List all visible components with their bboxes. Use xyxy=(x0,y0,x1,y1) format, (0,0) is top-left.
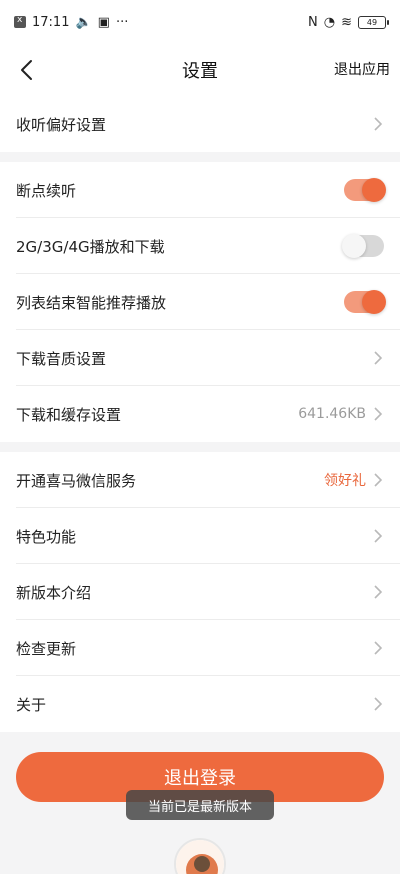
status-time: 17:11 xyxy=(32,14,70,30)
chevron-right-icon xyxy=(374,697,383,711)
battery-level: 49 xyxy=(366,17,378,27)
mobile-data-toggle[interactable] xyxy=(342,234,384,258)
row-label: 断点续听 xyxy=(16,181,77,200)
back-arrow-icon[interactable] xyxy=(14,56,42,84)
row-listening-preferences[interactable]: 收听偏好设置 xyxy=(0,96,400,152)
quit-app-button[interactable]: 退出应用 xyxy=(334,59,390,79)
row-special-features[interactable]: 特色功能 xyxy=(0,508,400,564)
chevron-right-icon xyxy=(374,585,383,599)
row-label: 关于 xyxy=(16,695,47,714)
row-download-cache[interactable]: 下载和缓存设置 641.46KB xyxy=(0,386,400,442)
row-about[interactable]: 关于 xyxy=(0,676,400,732)
row-label: 开通喜马微信服务 xyxy=(16,471,137,490)
chevron-right-icon xyxy=(374,351,383,365)
gift-label: 领好礼 xyxy=(324,473,366,489)
notification-icon xyxy=(14,15,26,28)
row-label: 特色功能 xyxy=(16,527,77,546)
row-resume-playback[interactable]: 断点续听 xyxy=(0,162,400,218)
status-bar: 17:11 🔈 ▣ ··· N ◔ ≋ 49 xyxy=(0,0,400,44)
row-label: 检查更新 xyxy=(16,639,77,658)
signal-icon: ◔ xyxy=(323,14,336,30)
logout-label: 退出登录 xyxy=(164,768,236,789)
row-new-version-intro[interactable]: 新版本介绍 xyxy=(0,564,400,620)
row-label: 下载音质设置 xyxy=(16,349,107,368)
floating-avatar[interactable] xyxy=(174,838,226,874)
row-label: 新版本介绍 xyxy=(16,583,92,602)
chevron-right-icon xyxy=(374,641,383,655)
chevron-right-icon xyxy=(374,473,383,487)
more-icon: ··· xyxy=(115,14,129,30)
row-label: 收听偏好设置 xyxy=(16,115,107,134)
avatar-image-icon xyxy=(176,840,224,874)
chevron-right-icon xyxy=(374,529,383,543)
toast-message: 当前已是最新版本 xyxy=(126,790,274,820)
chevron-right-icon xyxy=(374,117,383,131)
row-download-quality[interactable]: 下载音质设置 xyxy=(0,330,400,386)
row-check-update[interactable]: 检查更新 xyxy=(0,620,400,676)
resume-playback-toggle[interactable] xyxy=(344,178,386,202)
cache-size: 641.46KB xyxy=(298,406,366,422)
chevron-right-icon xyxy=(374,407,383,421)
row-label: 2G/3G/4G播放和下载 xyxy=(16,237,165,256)
nfc-icon: N xyxy=(308,14,318,30)
page-title: 设置 xyxy=(182,61,218,82)
row-label: 列表结束智能推荐播放 xyxy=(16,293,167,312)
mute-icon: 🔈 xyxy=(75,14,92,30)
toggle-knob xyxy=(362,178,386,202)
toggle-knob xyxy=(362,290,386,314)
app-icon: ▣ xyxy=(97,14,110,30)
battery-icon: 49 xyxy=(358,15,389,29)
smart-recommend-toggle[interactable] xyxy=(344,290,386,314)
row-wechat-service[interactable]: 开通喜马微信服务 领好礼 xyxy=(0,452,400,508)
wifi-icon: ≋ xyxy=(341,14,352,30)
toggle-knob xyxy=(342,234,366,258)
row-mobile-data-download[interactable]: 2G/3G/4G播放和下载 xyxy=(0,218,400,274)
row-label: 下载和缓存设置 xyxy=(16,405,122,424)
row-smart-recommend[interactable]: 列表结束智能推荐播放 xyxy=(0,274,400,330)
nav-header: 设置 退出应用 xyxy=(0,44,400,96)
